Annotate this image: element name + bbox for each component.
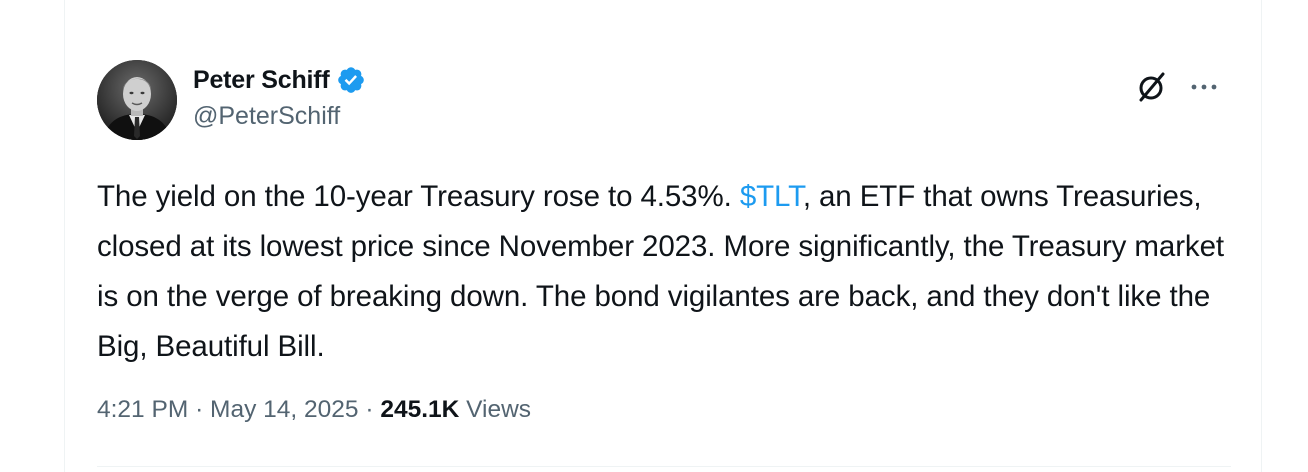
cashtag-link[interactable]: $TLT — [740, 180, 803, 213]
tweet-date[interactable]: May 14, 2025 — [210, 396, 358, 423]
more-options-icon[interactable] — [1187, 70, 1221, 104]
avatar[interactable] — [97, 60, 177, 140]
meta-separator: · — [365, 396, 374, 423]
tweet-time[interactable]: 4:21 PM — [97, 396, 188, 423]
avatar-image — [97, 60, 177, 140]
views-label: Views — [466, 396, 532, 423]
tweet-text-start: The yield on the 10-year Treasury rose t… — [97, 180, 740, 213]
divider — [97, 466, 1231, 467]
tweet-text: The yield on the 10-year Treasury rose t… — [97, 172, 1237, 372]
views-count: 245.1K — [380, 396, 460, 423]
tweet-header: Peter Schiff @PeterSchiff — [97, 58, 1231, 142]
tweet-card: Peter Schiff @PeterSchiff The yield on t… — [64, 0, 1262, 472]
user-info: Peter Schiff @PeterSchiff — [193, 64, 366, 131]
display-name[interactable]: Peter Schiff — [193, 66, 330, 95]
meta-separator: · — [195, 396, 204, 423]
grok-icon[interactable] — [1135, 70, 1169, 104]
tweet-meta: 4:21 PM · May 14, 2025 · 245.1K Views — [97, 396, 531, 424]
page: Peter Schiff @PeterSchiff The yield on t… — [0, 0, 1308, 472]
name-row: Peter Schiff — [193, 64, 366, 96]
verified-badge-icon[interactable] — [336, 65, 366, 95]
user-handle[interactable]: @PeterSchiff — [193, 102, 366, 131]
